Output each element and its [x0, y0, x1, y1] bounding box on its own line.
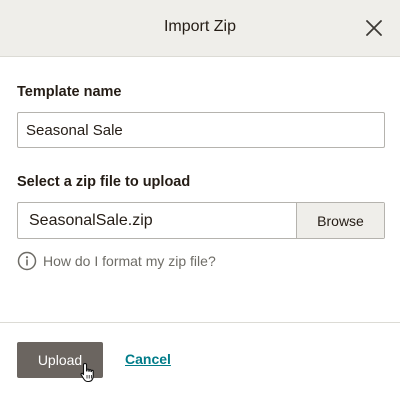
- help-row: How do I format my zip file?: [17, 251, 216, 271]
- zip-file-picker[interactable]: SeasonalSale.zip Browse: [17, 202, 385, 239]
- cancel-link[interactable]: Cancel: [125, 351, 171, 367]
- browse-button[interactable]: Browse: [296, 203, 384, 238]
- modal-title: Import Zip: [163, 18, 236, 35]
- info-icon: [17, 251, 37, 271]
- template-name-label: Template name: [17, 84, 122, 100]
- upload-button[interactable]: Upload: [17, 342, 103, 378]
- footer-divider: [0, 322, 400, 323]
- zip-file-label: Select a zip file to upload: [17, 174, 191, 190]
- selected-file-name: SeasonalSale.zip: [29, 211, 153, 229]
- help-link[interactable]: How do I format my zip file?: [43, 253, 216, 269]
- template-name-input[interactable]: [17, 112, 385, 148]
- modal-header: Import Zip: [0, 0, 400, 57]
- close-icon[interactable]: [362, 16, 386, 40]
